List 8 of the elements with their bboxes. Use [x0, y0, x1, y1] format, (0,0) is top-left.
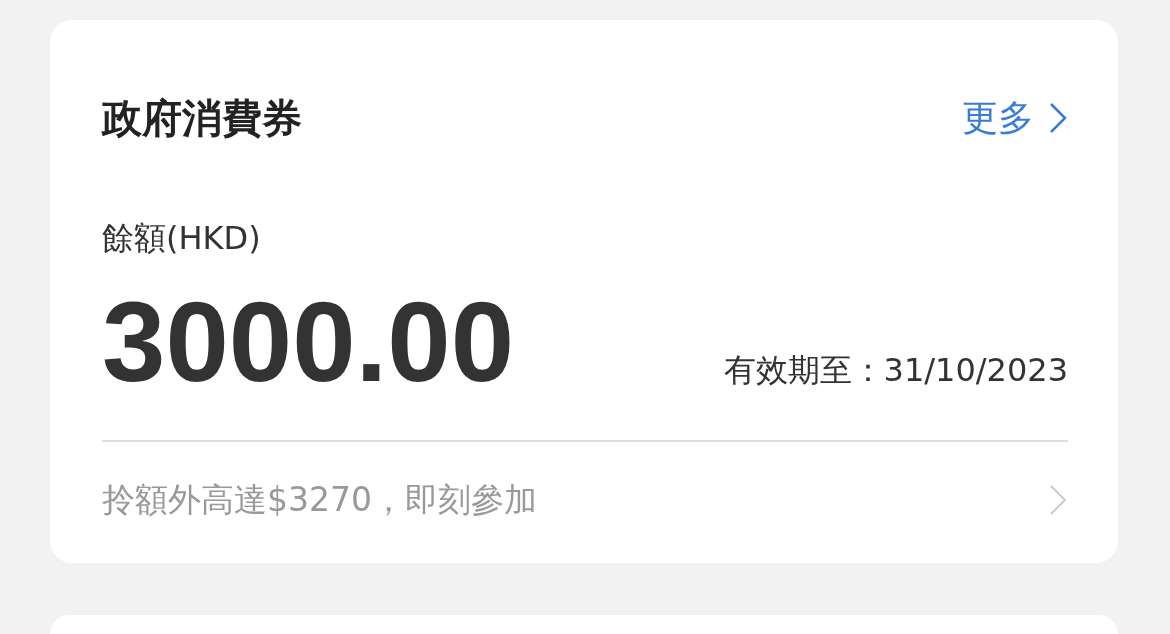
more-link[interactable]: 更多 — [962, 93, 1068, 143]
chevron-right-icon — [1048, 483, 1068, 517]
chevron-right-icon — [1048, 101, 1068, 135]
balance-label: 餘額(HKD) — [102, 218, 262, 259]
expiry-date: 有效期至：31/10/2023 — [723, 350, 1068, 391]
card-title: 政府消費券 — [102, 94, 302, 143]
balance-amount: 3000.00 — [102, 286, 515, 398]
promo-link[interactable]: 拎額外高達$3270，即刻參加 — [102, 476, 537, 524]
